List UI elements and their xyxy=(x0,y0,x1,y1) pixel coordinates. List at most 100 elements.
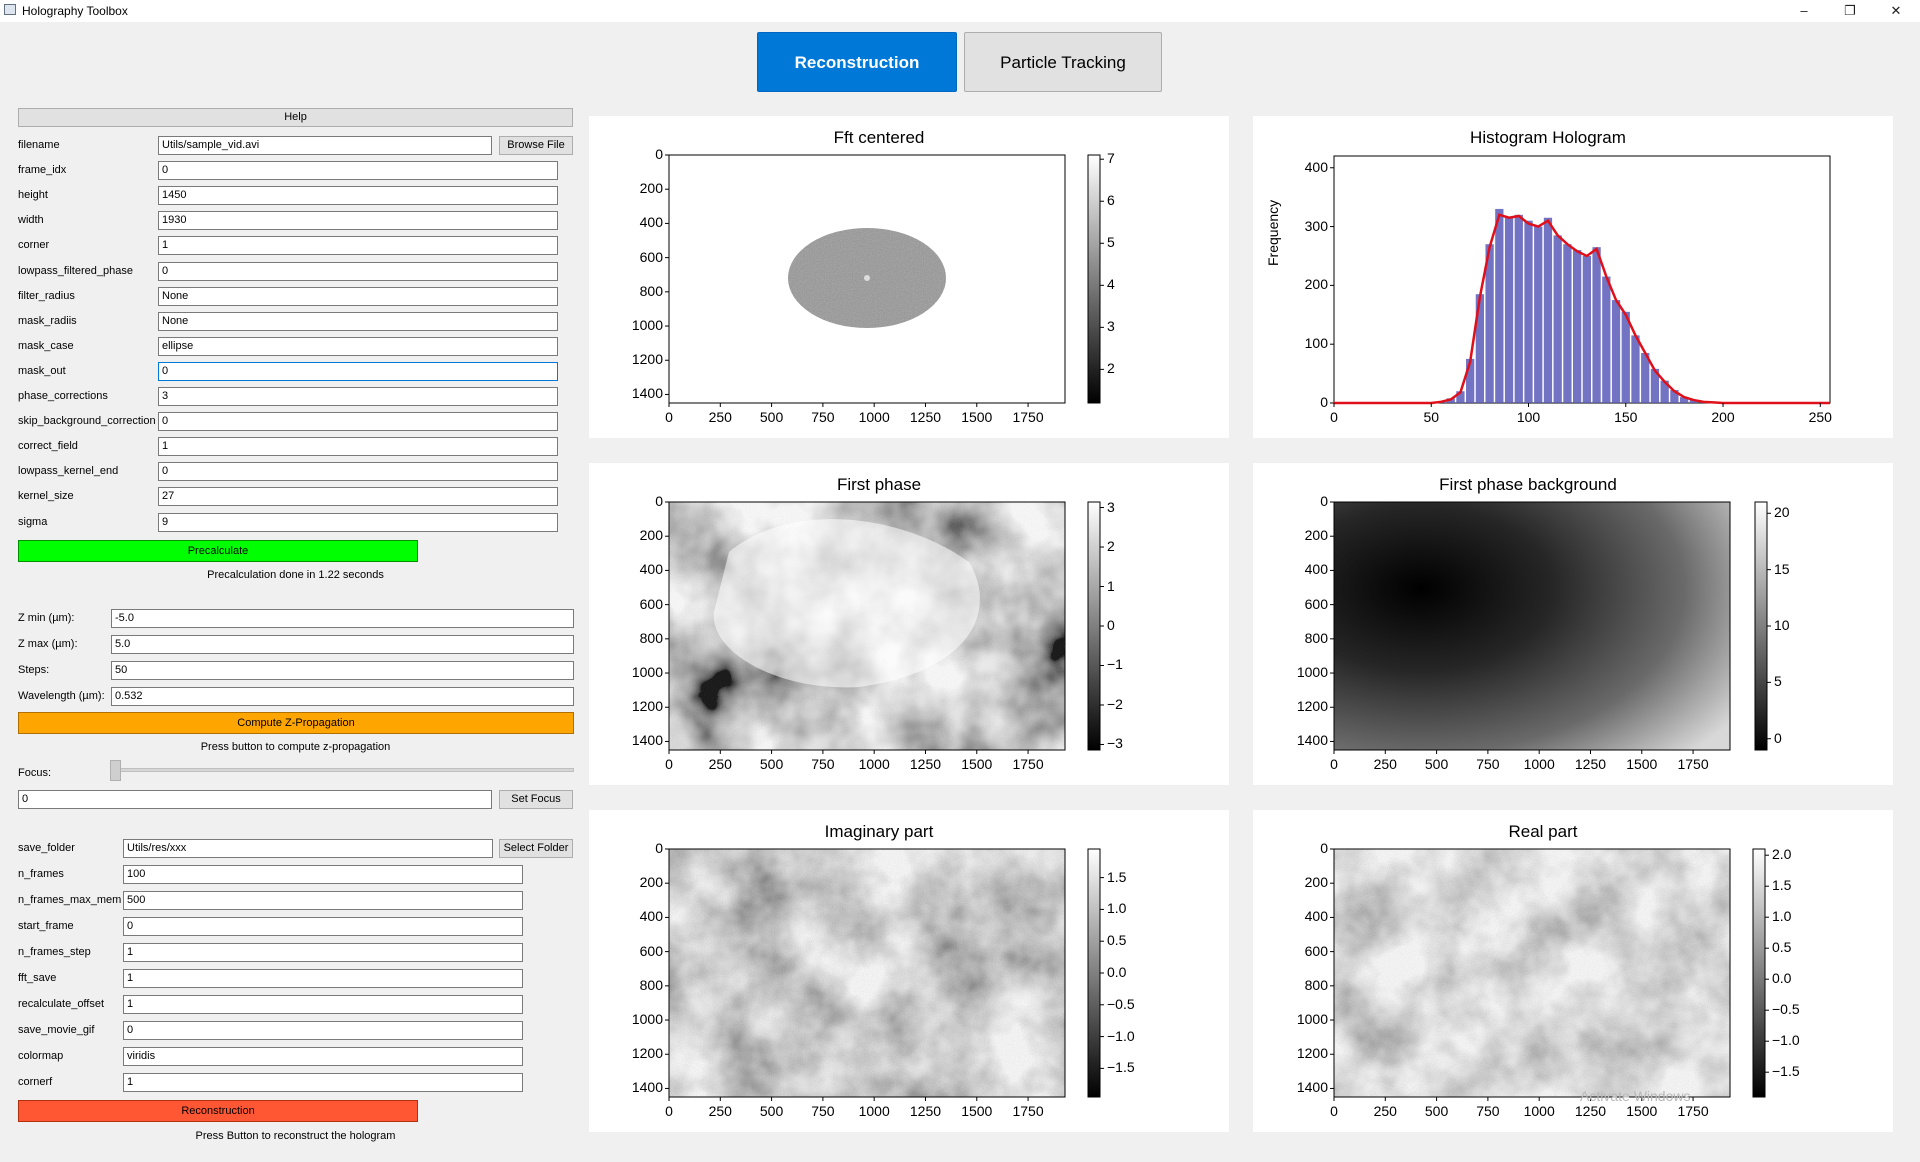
set-focus-button[interactable]: Set Focus xyxy=(499,790,573,809)
params-field[interactable]: None xyxy=(158,286,558,306)
activate-windows-watermark: Activate Windows xyxy=(1580,1088,1691,1104)
close-button[interactable]: ✕ xyxy=(1873,0,1919,22)
imaginary-part-panel: Imaginary part 0 250 500 750 1000 1250 1500 1750… xyxy=(589,810,1229,1132)
x-tick-label: 750 xyxy=(811,1103,835,1119)
zprop-field[interactable]: 50 xyxy=(111,661,574,680)
x-tick-label: 1000 xyxy=(858,756,890,772)
histogram-frame xyxy=(1333,155,1831,404)
save-label: n_frames xyxy=(18,868,64,880)
save-field[interactable]: 1 xyxy=(123,969,523,988)
y-tick-label: 200 xyxy=(1304,874,1328,891)
colorbar-tick-label: 1.5 xyxy=(1772,877,1792,894)
focus-field[interactable]: 0 xyxy=(18,790,492,809)
x-tick-label: 50 xyxy=(1423,409,1440,425)
reconstruction-button[interactable]: Reconstruction xyxy=(18,1100,418,1122)
params-field[interactable]: 0 xyxy=(158,412,558,432)
save-field[interactable]: 500 xyxy=(123,891,523,910)
x-tick-label: 150 xyxy=(1614,409,1638,425)
focus-label: Focus: xyxy=(18,767,52,779)
colorbar-tick-label: 10 xyxy=(1774,617,1790,633)
colorbar-tick-label: 1 xyxy=(1107,577,1115,594)
params-field[interactable]: 1 xyxy=(158,437,558,457)
colorbar-tick-label: 0 xyxy=(1774,729,1782,746)
x-tick-label: 500 xyxy=(759,1103,784,1119)
save-field[interactable]: 1 xyxy=(123,995,523,1014)
y-tick-label: 300 xyxy=(1304,217,1328,234)
x-tick-label: 1000 xyxy=(858,409,890,425)
x-tick-label: 1750 xyxy=(1012,409,1044,425)
params-field[interactable]: 27 xyxy=(158,487,558,507)
x-tick-label: 1250 xyxy=(909,1103,942,1119)
params-field[interactable]: 0 xyxy=(158,161,558,181)
compute-z-propagation-button[interactable]: Compute Z-Propagation xyxy=(18,712,574,734)
save-field[interactable]: 0 xyxy=(123,1021,523,1040)
precalculate-button[interactable]: Precalculate xyxy=(18,540,418,562)
params-label: height xyxy=(18,189,48,202)
save-label: colormap xyxy=(18,1050,64,1062)
maximize-button[interactable]: ❐ xyxy=(1827,0,1873,22)
save-label: start_frame xyxy=(18,920,74,932)
params-field[interactable]: None xyxy=(158,311,558,331)
params-field[interactable]: 1450 xyxy=(158,186,558,206)
y-tick-label: 1200 xyxy=(631,1045,663,1062)
params-field[interactable]: 0 xyxy=(158,361,558,381)
params-field[interactable]: Utils/sample_vid.avi xyxy=(158,136,492,155)
y-tick-label: 200 xyxy=(639,527,663,544)
params-field[interactable]: 1 xyxy=(158,236,558,256)
tab-particle-tracking[interactable]: Particle Tracking xyxy=(964,32,1162,92)
minimize-button[interactable]: – xyxy=(1781,0,1827,22)
histogram-bar xyxy=(1514,214,1523,403)
app-icon xyxy=(4,4,16,15)
focus-slider-handle[interactable] xyxy=(110,760,121,781)
y-tick-label: 1400 xyxy=(1296,732,1328,749)
select-folder-button[interactable]: Select Folder xyxy=(499,839,573,858)
fft-centered-svg xyxy=(665,154,1104,407)
colorbar xyxy=(1752,848,1766,1098)
save-field[interactable]: Utils/res/xxx xyxy=(123,839,493,858)
save-field[interactable]: viridis xyxy=(123,1047,523,1066)
colorbar-tick-label: 20 xyxy=(1774,504,1790,521)
tab-reconstruction[interactable]: Reconstruction xyxy=(757,32,957,92)
save-field[interactable]: 0 xyxy=(123,917,523,936)
params-field[interactable]: 9 xyxy=(158,512,558,532)
colorbar-tick-label: 0 xyxy=(1107,617,1115,633)
colorbar-tick-label: −1.5 xyxy=(1772,1063,1800,1080)
y-tick-label: 800 xyxy=(639,976,663,993)
colorbar-tick-label: −3 xyxy=(1107,735,1123,752)
save-field[interactable]: 1 xyxy=(123,1073,523,1092)
y-tick-label: 0 xyxy=(655,493,663,509)
save-field[interactable]: 1 xyxy=(123,943,523,962)
first-phase-svg xyxy=(665,501,1104,754)
focus-slider[interactable] xyxy=(110,768,574,772)
x-tick-label: 1250 xyxy=(909,409,942,425)
params-field[interactable]: 3 xyxy=(158,387,558,406)
x-tick-label: 0 xyxy=(1330,409,1338,425)
help-button[interactable]: Help xyxy=(18,108,573,127)
save-field[interactable]: 100 xyxy=(123,865,523,884)
zprop-field[interactable]: 0.532 xyxy=(111,687,574,706)
params-label: phase_corrections xyxy=(18,390,108,402)
y-tick-label: 0 xyxy=(1320,840,1328,856)
browse-file-button[interactable]: Browse File xyxy=(499,136,573,155)
x-tick-label: 750 xyxy=(1476,756,1500,772)
colorbar-tick-label: 2 xyxy=(1107,538,1115,555)
first-phase-background-panel: First phase background 0 250 500 750 1000 1250… xyxy=(1253,463,1893,785)
histogram-hologram-panel: Histogram Hologram 0 50 100 150 200 250 0 100 200… xyxy=(1253,116,1893,438)
params-field[interactable]: ellipse xyxy=(158,336,558,356)
zprop-label: Z max (µm): xyxy=(18,638,78,650)
zprop-field[interactable]: -5.0 xyxy=(111,609,574,628)
colorbar-tick-label: 2 xyxy=(1107,360,1115,377)
x-tick-label: 1750 xyxy=(1677,1103,1709,1119)
save-label: recalculate_offset xyxy=(18,998,105,1010)
params-field[interactable]: 0 xyxy=(158,462,558,482)
colorbar-tick-label: 15 xyxy=(1774,560,1790,577)
histogram-bar xyxy=(1611,300,1621,403)
zprop-field[interactable]: 5.0 xyxy=(111,635,574,654)
x-tick-label: 250 xyxy=(1373,1103,1397,1119)
y-tick-label: 200 xyxy=(1304,527,1328,544)
colorbar-tick-label: 1.0 xyxy=(1772,908,1792,925)
fft-centered-panel: Fft centered 0 250 500 750 1000 1250 1500 1750 0 2… xyxy=(589,116,1229,438)
params-field[interactable]: 0 xyxy=(158,261,558,281)
params-field[interactable]: 1930 xyxy=(158,211,558,231)
params-label: corner xyxy=(18,239,50,252)
